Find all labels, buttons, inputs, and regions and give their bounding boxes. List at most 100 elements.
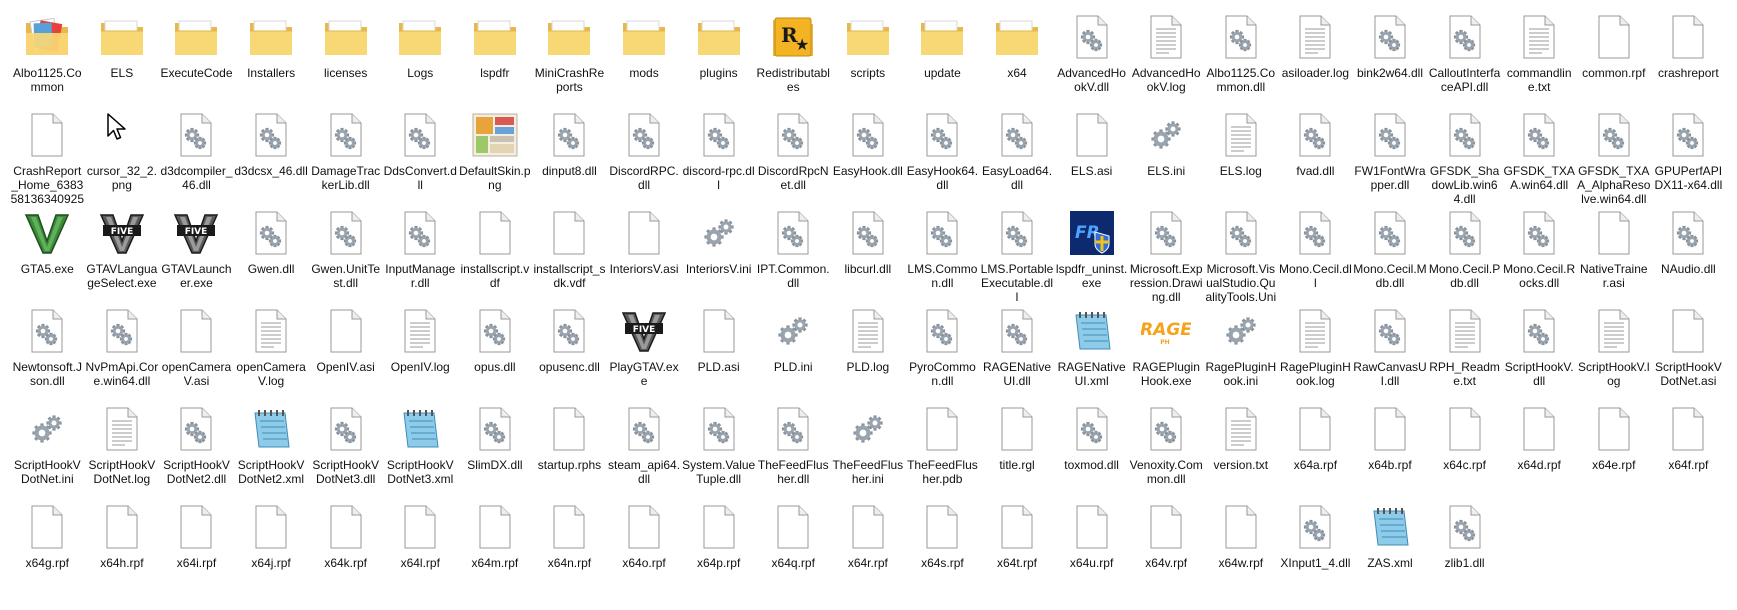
file-item-x64r-rpf[interactable]: x64r.rpf [831, 500, 906, 598]
file-item-els-ini[interactable]: ELS.ini [1129, 108, 1204, 206]
file-item-ragenativeui-dll[interactable]: RAGENativeUI.dll [980, 304, 1055, 402]
file-item-zas-xml[interactable]: ZAS.xml [1353, 500, 1428, 598]
file-item-gpuperfapidx11-x64-dll[interactable]: GPUPerfAPIDX11-x64.dll [1651, 108, 1726, 206]
file-item-ddsconvert-dll[interactable]: DdsConvert.dll [383, 108, 458, 206]
file-item-x64g-rpf[interactable]: x64g.rpf [10, 500, 85, 598]
file-item-ragenativeui-xml[interactable]: RAGENativeUI.xml [1054, 304, 1129, 402]
file-item-damagetrackerlib-dll[interactable]: DamageTrackerLib.dll [308, 108, 383, 206]
file-item-opus-dll[interactable]: opus.dll [458, 304, 533, 402]
file-item-mono-cecil-mdb-dll[interactable]: Mono.Cecil.Mdb.dll [1353, 206, 1428, 304]
file-item-steam-api64-dll[interactable]: steam_api64.dll [607, 402, 682, 500]
file-item-title-rgl[interactable]: title.rgl [980, 402, 1055, 500]
file-item-interiorsv-ini[interactable]: InteriorsV.ini [681, 206, 756, 304]
file-item-mono-cecil-dll[interactable]: Mono.Cecil.dll [1278, 206, 1353, 304]
file-item-easyhook64-dll[interactable]: EasyHook64.dll [905, 108, 980, 206]
file-item-d3dcsx-46-dll[interactable]: d3dcsx_46.dll [234, 108, 309, 206]
file-item-scripthookvdotnet2-xml[interactable]: ScriptHookVDotNet2.xml [234, 402, 309, 500]
file-item-system-valuetuple-dll[interactable]: System.ValueTuple.dll [681, 402, 756, 500]
file-item-plugins[interactable]: plugins [681, 10, 756, 108]
file-item-thefeedflusher-ini[interactable]: TheFeedFlusher.ini [831, 402, 906, 500]
file-item-lms-common-dll[interactable]: LMS.Common.dll [905, 206, 980, 304]
file-item-easyhook-dll[interactable]: EasyHook.dll [831, 108, 906, 206]
file-item-naudio-dll[interactable]: NAudio.dll [1651, 206, 1726, 304]
file-item-gfsdk-txaa-alpharesolve-win64-dll[interactable]: GFSDK_TXAA_AlphaResolve.win64.dll [1576, 108, 1651, 206]
file-item-x64o-rpf[interactable]: x64o.rpf [607, 500, 682, 598]
file-item-openiv-log[interactable]: OpenIV.log [383, 304, 458, 402]
file-item-discord-rpc-dll[interactable]: discord-rpc.dll [681, 108, 756, 206]
file-item-gfsdk-txaa-win64-dll[interactable]: GFSDK_TXAA.win64.dll [1502, 108, 1577, 206]
file-item-x64u-rpf[interactable]: x64u.rpf [1054, 500, 1129, 598]
file-item-mono-cecil-rocks-dll[interactable]: Mono.Cecil.Rocks.dll [1502, 206, 1577, 304]
file-item-x64p-rpf[interactable]: x64p.rpf [681, 500, 756, 598]
file-item-fvad-dll[interactable]: fvad.dll [1278, 108, 1353, 206]
file-item-ipt-common-dll[interactable]: IPT.Common.dll [756, 206, 831, 304]
file-item-rawcanvasui-dll[interactable]: RawCanvasUI.dll [1353, 304, 1428, 402]
file-item-xinput1-4-dll[interactable]: XInput1_4.dll [1278, 500, 1353, 598]
file-item-x64t-rpf[interactable]: x64t.rpf [980, 500, 1055, 598]
file-item-zlib1-dll[interactable]: zlib1.dll [1427, 500, 1502, 598]
file-item-els-log[interactable]: ELS.log [1204, 108, 1279, 206]
file-item-x64d-rpf[interactable]: x64d.rpf [1502, 402, 1577, 500]
file-item-scripthookv-log[interactable]: ScriptHookV.log [1576, 304, 1651, 402]
file-item-thefeedflusher-dll[interactable]: TheFeedFlusher.dll [756, 402, 831, 500]
file-item-logs[interactable]: Logs [383, 10, 458, 108]
file-item-scripthookv-dll[interactable]: ScriptHookV.dll [1502, 304, 1577, 402]
file-item-installscript-vdf[interactable]: installscript.vdf [458, 206, 533, 304]
file-item-easyload64-dll[interactable]: EasyLoad64.dll [980, 108, 1055, 206]
file-item-rph-readme-txt[interactable]: RPH_Readme.txt [1427, 304, 1502, 402]
file-item-nativetrainer-asi[interactable]: NativeTrainer.asi [1576, 206, 1651, 304]
file-item-startup-rphs[interactable]: startup.rphs [532, 402, 607, 500]
file-item-gfsdk-shadowlib-win64-dll[interactable]: GFSDK_ShadowLib.win64.dll [1427, 108, 1502, 206]
file-item-ragepluginhook-log[interactable]: RagePluginHook.log [1278, 304, 1353, 402]
file-item-x64[interactable]: x64 [980, 10, 1055, 108]
file-item-ragepluginhook-ini[interactable]: RagePluginHook.ini [1204, 304, 1279, 402]
file-item-opencamerav-asi[interactable]: openCameraV.asi [159, 304, 234, 402]
file-item-fw1fontwrapper-dll[interactable]: FW1FontWrapper.dll [1353, 108, 1428, 206]
file-item-playgtav-exe[interactable]: FIVE PlayGTAV.exe [607, 304, 682, 402]
file-item-discordrpc-dll[interactable]: DiscordRPC.dll [607, 108, 682, 206]
file-item-x64v-rpf[interactable]: x64v.rpf [1129, 500, 1204, 598]
file-item-openiv-asi[interactable]: OpenIV.asi [308, 304, 383, 402]
file-item-lspdfr-uninst-exe[interactable]: FR lspdfr_uninst.exe [1054, 206, 1129, 304]
file-item-venoxity-common-dll[interactable]: Venoxity.Common.dll [1129, 402, 1204, 500]
file-item-x64e-rpf[interactable]: x64e.rpf [1576, 402, 1651, 500]
file-item-thefeedflusher-pdb[interactable]: TheFeedFlusher.pdb [905, 402, 980, 500]
file-item-x64m-rpf[interactable]: x64m.rpf [458, 500, 533, 598]
file-item-gta5-exe[interactable]: GTA5.exe [10, 206, 85, 304]
file-item-els[interactable]: ELS [85, 10, 160, 108]
file-item-commandline-txt[interactable]: commandline.txt [1502, 10, 1577, 108]
file-item-crashreport-home-638358136340925501-rcr[interactable]: CrashReport_Home_638358136340925501.rcr [10, 108, 85, 206]
file-item-pyrocommon-dll[interactable]: PyroCommon.dll [905, 304, 980, 402]
file-item-microsoft-expression-drawing-dll[interactable]: Microsoft.Expression.Drawing.dll [1129, 206, 1204, 304]
file-item-newtonsoft-json-dll[interactable]: Newtonsoft.Json.dll [10, 304, 85, 402]
file-item-minicrashreports[interactable]: MiniCrashReports [532, 10, 607, 108]
file-item-cursor-32-2-png[interactable]: cursor_32_2.png [85, 108, 160, 206]
file-item-mono-cecil-pdb-dll[interactable]: Mono.Cecil.Pdb.dll [1427, 206, 1502, 304]
file-item-lspdfr[interactable]: lspdfr [458, 10, 533, 108]
file-item-libcurl-dll[interactable]: libcurl.dll [831, 206, 906, 304]
file-item-toxmod-dll[interactable]: toxmod.dll [1054, 402, 1129, 500]
file-item-scripthookvdotnet-ini[interactable]: ScriptHookVDotNet.ini [10, 402, 85, 500]
file-item-discordrpcnet-dll[interactable]: DiscordRpcNet.dll [756, 108, 831, 206]
file-item-pld-asi[interactable]: PLD.asi [681, 304, 756, 402]
file-item-x64q-rpf[interactable]: x64q.rpf [756, 500, 831, 598]
file-item-installscript-sdk-vdf[interactable]: installscript_sdk.vdf [532, 206, 607, 304]
file-item-pld-ini[interactable]: PLD.ini [756, 304, 831, 402]
file-item-x64a-rpf[interactable]: x64a.rpf [1278, 402, 1353, 500]
file-item-advancedhookv-dll[interactable]: AdvancedHookV.dll [1054, 10, 1129, 108]
file-item-x64w-rpf[interactable]: x64w.rpf [1204, 500, 1279, 598]
file-item-gtavlanguageselect-exe[interactable]: FIVE GTAVLanguageSelect.exe [85, 206, 160, 304]
file-item-albo1125-common[interactable]: Albo1125.Common [10, 10, 85, 108]
file-item-x64n-rpf[interactable]: x64n.rpf [532, 500, 607, 598]
file-item-crashreport[interactable]: crashreport [1651, 10, 1726, 108]
file-item-bink2w64-dll[interactable]: bink2w64.dll [1353, 10, 1428, 108]
file-item-microsoft-visualstudio-qualitytools-unittest[interactable]: Microsoft.VisualStudio.QualityTools.Unit… [1204, 206, 1279, 304]
file-item-advancedhookv-log[interactable]: AdvancedHookV.log [1129, 10, 1204, 108]
file-item-common-rpf[interactable]: common.rpf [1576, 10, 1651, 108]
file-item-asiloader-log[interactable]: asiloader.log [1278, 10, 1353, 108]
file-item-albo1125-common-dll[interactable]: Albo1125.Common.dll [1204, 10, 1279, 108]
file-item-x64i-rpf[interactable]: x64i.rpf [159, 500, 234, 598]
file-item-scripthookvdotnet-asi[interactable]: ScriptHookVDotNet.asi [1651, 304, 1726, 402]
file-item-interiorsv-asi[interactable]: InteriorsV.asi [607, 206, 682, 304]
file-item-gtavlauncher-exe[interactable]: FIVE GTAVLauncher.exe [159, 206, 234, 304]
